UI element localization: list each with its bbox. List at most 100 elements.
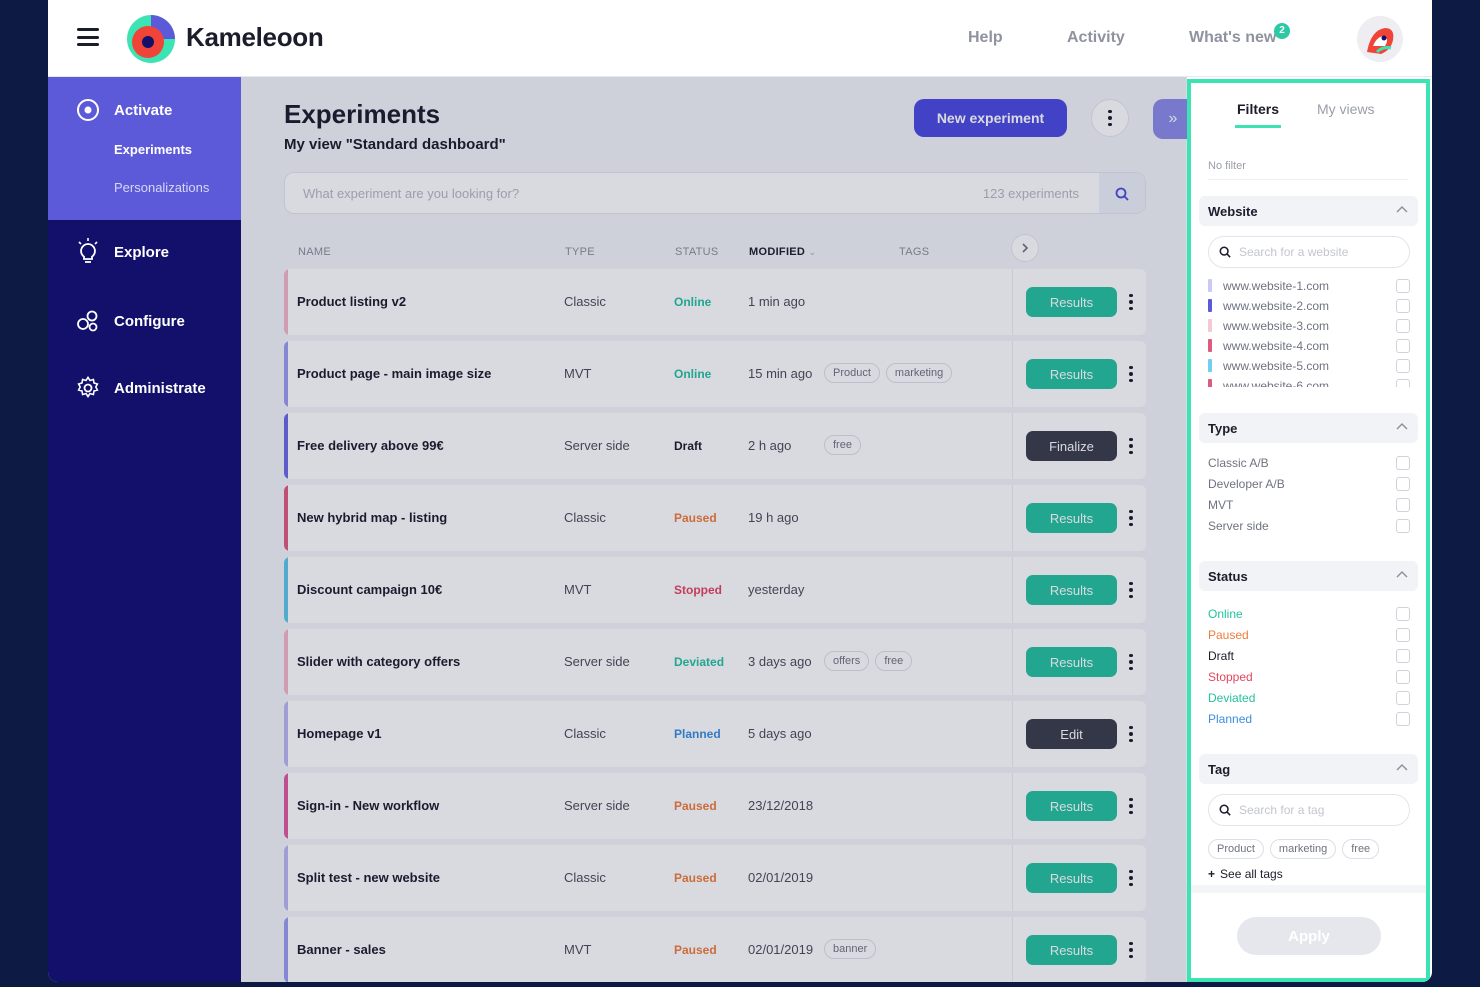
website-option[interactable]: www.website-3.com	[1208, 317, 1410, 335]
row-name[interactable]: Banner - sales	[297, 942, 386, 957]
checkbox[interactable]	[1396, 359, 1410, 373]
sidebar-item-activate[interactable]: Activate	[76, 98, 172, 122]
tag-chip[interactable]: Product	[1208, 839, 1264, 859]
row-action-button[interactable]: Results	[1026, 359, 1117, 389]
tag-chip[interactable]: marketing	[1269, 839, 1337, 859]
col-header-type[interactable]: TYPE	[565, 246, 595, 258]
table-row[interactable]: Product page - main image size MVT Online 1…	[284, 341, 1146, 407]
type-option[interactable]: Developer A/B	[1208, 475, 1410, 493]
website-option[interactable]: www.website-2.com	[1208, 297, 1410, 315]
kebab-icon[interactable]	[1126, 649, 1136, 675]
type-option[interactable]: Server side	[1208, 517, 1410, 535]
checkbox[interactable]	[1396, 456, 1410, 470]
website-option[interactable]: www.website-4.com	[1208, 337, 1410, 355]
checkbox[interactable]	[1396, 339, 1410, 353]
more-options-button[interactable]	[1091, 99, 1129, 137]
row-action-button[interactable]: Results	[1026, 935, 1117, 965]
checkbox[interactable]	[1396, 712, 1410, 726]
row-name[interactable]: Split test - new website	[297, 870, 440, 885]
filter-section-status[interactable]: Status	[1199, 561, 1418, 591]
tag-chip[interactable]: free	[875, 651, 913, 671]
table-row[interactable]: Product listing v2 Classic Online 1 min ago…	[284, 269, 1146, 335]
next-columns-button[interactable]	[1011, 234, 1039, 262]
row-action-button[interactable]: Results	[1026, 647, 1117, 677]
see-all-tags-link[interactable]: + See all tags	[1208, 867, 1283, 881]
filter-section-type[interactable]: Type	[1199, 413, 1418, 443]
website-search-input[interactable]	[1239, 237, 1399, 267]
tab-my-views[interactable]: My views	[1317, 101, 1375, 117]
table-row[interactable]: New hybrid map - listing Classic Paused 19 …	[284, 485, 1146, 551]
filter-section-website[interactable]: Website	[1199, 196, 1418, 226]
sidebar-item-explore[interactable]: Explore	[76, 238, 169, 264]
sidebar-item-configure[interactable]: Configure	[76, 309, 185, 333]
tag-chip[interactable]: banner	[824, 939, 877, 959]
status-option[interactable]: Stopped	[1208, 668, 1410, 686]
kebab-icon[interactable]	[1126, 289, 1136, 315]
row-action-button[interactable]: Results	[1026, 791, 1117, 821]
table-row[interactable]: Free delivery above 99€ Server side Draft 2…	[284, 413, 1146, 479]
table-row[interactable]: Split test - new website Classic Paused 02/…	[284, 845, 1146, 911]
tag-search-input[interactable]	[1239, 795, 1399, 825]
sidebar-item-administrate[interactable]: Administrate	[76, 376, 206, 400]
tab-filters[interactable]: Filters	[1234, 101, 1282, 128]
kebab-icon[interactable]	[1126, 433, 1136, 459]
apply-button[interactable]: Apply	[1237, 917, 1381, 955]
row-action-button[interactable]: Finalize	[1026, 431, 1117, 461]
kebab-icon[interactable]	[1126, 937, 1136, 963]
checkbox[interactable]	[1396, 670, 1410, 684]
row-action-button[interactable]: Results	[1026, 575, 1117, 605]
nav-whats-new[interactable]: What's new	[1189, 29, 1276, 47]
status-option[interactable]: Draft	[1208, 647, 1410, 665]
sidebar-sub-personalizations[interactable]: Personalizations	[114, 180, 209, 195]
kebab-icon[interactable]	[1126, 793, 1136, 819]
table-row[interactable]: Discount campaign 10€ MVT Stopped yesterday…	[284, 557, 1146, 623]
status-option[interactable]: Planned	[1208, 710, 1410, 728]
checkbox[interactable]	[1396, 319, 1410, 333]
website-option[interactable]: www.website-6.com	[1208, 377, 1410, 387]
nav-activity[interactable]: Activity	[1067, 29, 1125, 47]
type-option[interactable]: MVT	[1208, 496, 1410, 514]
row-name[interactable]: Homepage v1	[297, 726, 382, 741]
tag-chip[interactable]: marketing	[885, 363, 953, 383]
row-action-button[interactable]: Results	[1026, 287, 1117, 317]
row-name[interactable]: Slider with category offers	[297, 654, 460, 669]
new-experiment-button[interactable]: New experiment	[914, 99, 1067, 137]
type-option[interactable]: Classic A/B	[1208, 454, 1410, 472]
menu-icon[interactable]	[77, 28, 99, 46]
kebab-icon[interactable]	[1126, 577, 1136, 603]
checkbox[interactable]	[1396, 628, 1410, 642]
tag-chip[interactable]: free	[824, 435, 861, 455]
checkbox[interactable]	[1396, 379, 1410, 387]
kebab-icon[interactable]	[1126, 865, 1136, 891]
checkbox[interactable]	[1396, 477, 1410, 491]
checkbox[interactable]	[1396, 519, 1410, 533]
table-row[interactable]: Sign-in - New workflow Server side Paused 2…	[284, 773, 1146, 839]
checkbox[interactable]	[1396, 691, 1410, 705]
checkbox[interactable]	[1396, 299, 1410, 313]
kebab-icon[interactable]	[1126, 721, 1136, 747]
table-row[interactable]: Homepage v1 Classic Planned 5 days ago Edit	[284, 701, 1146, 767]
col-header-name[interactable]: NAME	[298, 246, 331, 258]
status-option[interactable]: Deviated	[1208, 689, 1410, 707]
row-name[interactable]: Discount campaign 10€	[297, 582, 442, 597]
website-option[interactable]: www.website-5.com	[1208, 357, 1410, 375]
col-header-modified[interactable]: MODIFIED ⌄	[749, 246, 816, 258]
checkbox[interactable]	[1396, 498, 1410, 512]
col-header-tags[interactable]: TAGS	[899, 246, 929, 258]
tag-chip[interactable]: Product	[824, 363, 880, 383]
kebab-icon[interactable]	[1126, 505, 1136, 531]
row-name[interactable]: Product page - main image size	[297, 366, 491, 381]
search-button[interactable]	[1099, 173, 1145, 213]
row-name[interactable]: Free delivery above 99€	[297, 438, 444, 453]
checkbox[interactable]	[1396, 279, 1410, 293]
tag-chip[interactable]: offers	[824, 651, 870, 671]
experiment-search-input[interactable]	[285, 173, 985, 213]
nav-help[interactable]: Help	[968, 29, 1003, 47]
filter-section-tag[interactable]: Tag	[1199, 754, 1418, 784]
row-name[interactable]: Product listing v2	[297, 294, 406, 309]
row-action-button[interactable]: Results	[1026, 503, 1117, 533]
table-row[interactable]: Slider with category offers Server side De…	[284, 629, 1146, 695]
checkbox[interactable]	[1396, 607, 1410, 621]
website-option[interactable]: www.website-1.com	[1208, 277, 1410, 295]
table-row[interactable]: Banner - sales MVT Paused 02/01/2019 banner R…	[284, 917, 1146, 982]
